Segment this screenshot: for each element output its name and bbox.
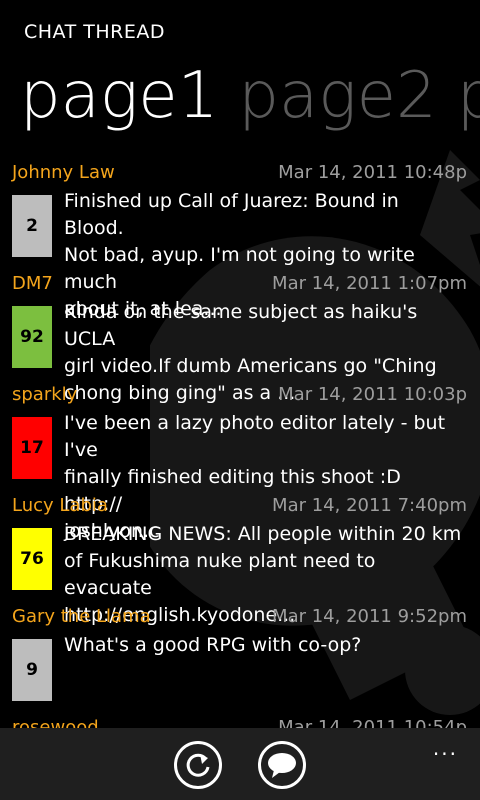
- post-time: Mar 14, 2011 7:40pm: [272, 495, 467, 516]
- chat-bubble-icon: [268, 753, 296, 778]
- list-item[interactable]: Johnny Law Mar 14, 2011 10:48p 2 Finishe…: [0, 160, 480, 320]
- post-line: What's a good RPG with co-op?: [64, 634, 362, 656]
- score-badge: 17: [12, 417, 52, 479]
- post-author[interactable]: DM7: [12, 273, 53, 294]
- post-line: BREAKING NEWS: All people within 20 km: [64, 523, 462, 545]
- refresh-icon: [186, 753, 210, 777]
- list-item[interactable]: DM7 Mar 14, 2011 1:07pm 92 Kinda on the …: [0, 271, 480, 404]
- chat-button[interactable]: [258, 741, 306, 789]
- list-item[interactable]: rosewood Mar 14, 2011 10:54p: [0, 715, 480, 728]
- post-time: Mar 14, 2011 10:48p: [278, 162, 467, 183]
- post-message[interactable]: What's a good RPG with co-op?: [64, 632, 464, 659]
- post-line: Finished up Call of Juarez: Bound in Blo…: [64, 190, 399, 239]
- app-bar: ...: [0, 728, 480, 800]
- score-badge: 92: [12, 306, 52, 368]
- post-time: Mar 14, 2011 10:03p: [278, 384, 467, 405]
- post-author[interactable]: rosewood: [12, 717, 99, 728]
- list-item[interactable]: Gary the Llama Mar 14, 2011 9:52pm 9 Wha…: [0, 604, 480, 715]
- post-time: Mar 14, 2011 10:54p: [278, 717, 467, 728]
- list-item[interactable]: Lucy Labia Mar 14, 2011 7:40pm 76 BREAKI…: [0, 493, 480, 626]
- post-line: I've been a lazy photo editor lately - b…: [64, 412, 446, 461]
- pivot-header: page1 page2 p: [20, 58, 480, 134]
- score-badge: 9: [12, 639, 52, 701]
- post-list[interactable]: Johnny Law Mar 14, 2011 10:48p 2 Finishe…: [0, 160, 480, 728]
- refresh-button[interactable]: [174, 741, 222, 789]
- pivot-tab-page1[interactable]: page1: [20, 59, 218, 133]
- post-line: of Fukushima nuke plant need to evacuate: [64, 550, 376, 599]
- post-author[interactable]: Lucy Labia: [12, 495, 108, 516]
- score-badge: 76: [12, 528, 52, 590]
- app-title: CHAT THREAD: [24, 21, 165, 43]
- post-line: Kinda on the same subject as haiku's UCL…: [64, 301, 418, 350]
- score-badge: 2: [12, 195, 52, 257]
- post-time: Mar 14, 2011 1:07pm: [272, 273, 467, 294]
- post-author[interactable]: Gary the Llama: [12, 606, 151, 627]
- post-line: girl video.If dumb Americans go "Ching: [64, 355, 437, 377]
- post-time: Mar 14, 2011 9:52pm: [272, 606, 467, 627]
- post-author[interactable]: sparkly: [12, 384, 77, 405]
- more-options-button[interactable]: ...: [433, 736, 458, 760]
- pivot-tab-page3[interactable]: p: [457, 59, 480, 133]
- list-item[interactable]: sparkly Mar 14, 2011 10:03p 17 I've been…: [0, 382, 480, 542]
- post-author[interactable]: Johnny Law: [12, 162, 115, 183]
- pivot-tab-page2[interactable]: page2: [238, 59, 436, 133]
